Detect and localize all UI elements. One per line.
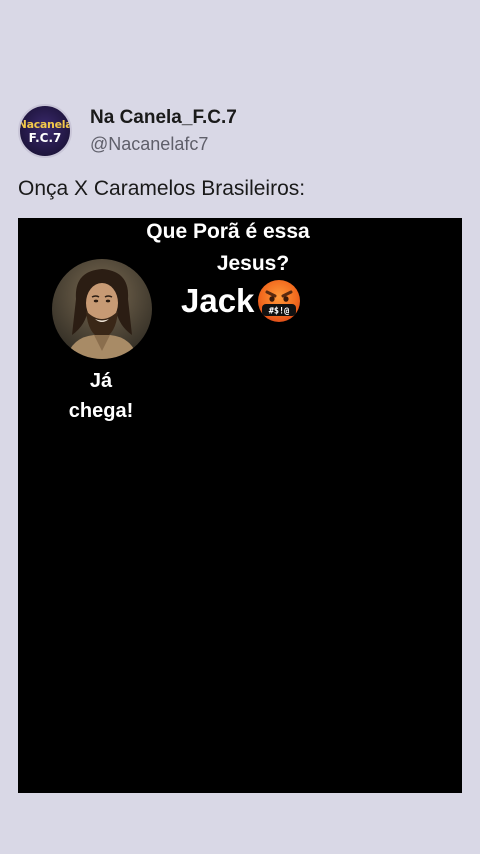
post-text: Onça X Caramelos Brasileiros: bbox=[18, 177, 306, 200]
post-header: Nacanela F.C.7 Na Canela_F.C.7 @Nacanela… bbox=[18, 104, 237, 158]
avatar-text-top: Nacanela bbox=[18, 117, 72, 131]
caption-jack-row: Jack #$!@ bbox=[181, 278, 302, 324]
avatar[interactable]: Nacanela F.C.7 bbox=[18, 104, 72, 158]
portrait-drawing bbox=[52, 259, 152, 359]
author-handle[interactable]: @Nacanelafc7 bbox=[90, 132, 237, 156]
author-display-name[interactable]: Na Canela_F.C.7 bbox=[90, 106, 237, 130]
cursing-face-emoji-icon: #$!@ bbox=[258, 280, 301, 322]
caption-jack: Jack bbox=[181, 282, 255, 319]
caption-que-pora: Que Porã é essa bbox=[146, 220, 310, 243]
emoji-symbols: #$!@ bbox=[269, 307, 289, 317]
caption-chega: chega! bbox=[68, 400, 134, 422]
post-video[interactable]: Que Porã é essa Jesus? Jack #$!@ Já cheg… bbox=[18, 218, 462, 793]
author-info: Na Canela_F.C.7 @Nacanelafc7 bbox=[90, 106, 237, 156]
caption-ja-chega: Já chega! bbox=[66, 366, 136, 426]
post-screen: Nacanela F.C.7 Na Canela_F.C.7 @Nacanela… bbox=[0, 0, 480, 854]
jesus-portrait-image bbox=[52, 259, 152, 359]
avatar-text-bottom: F.C.7 bbox=[28, 130, 62, 145]
caption-ja: Já bbox=[89, 370, 113, 392]
